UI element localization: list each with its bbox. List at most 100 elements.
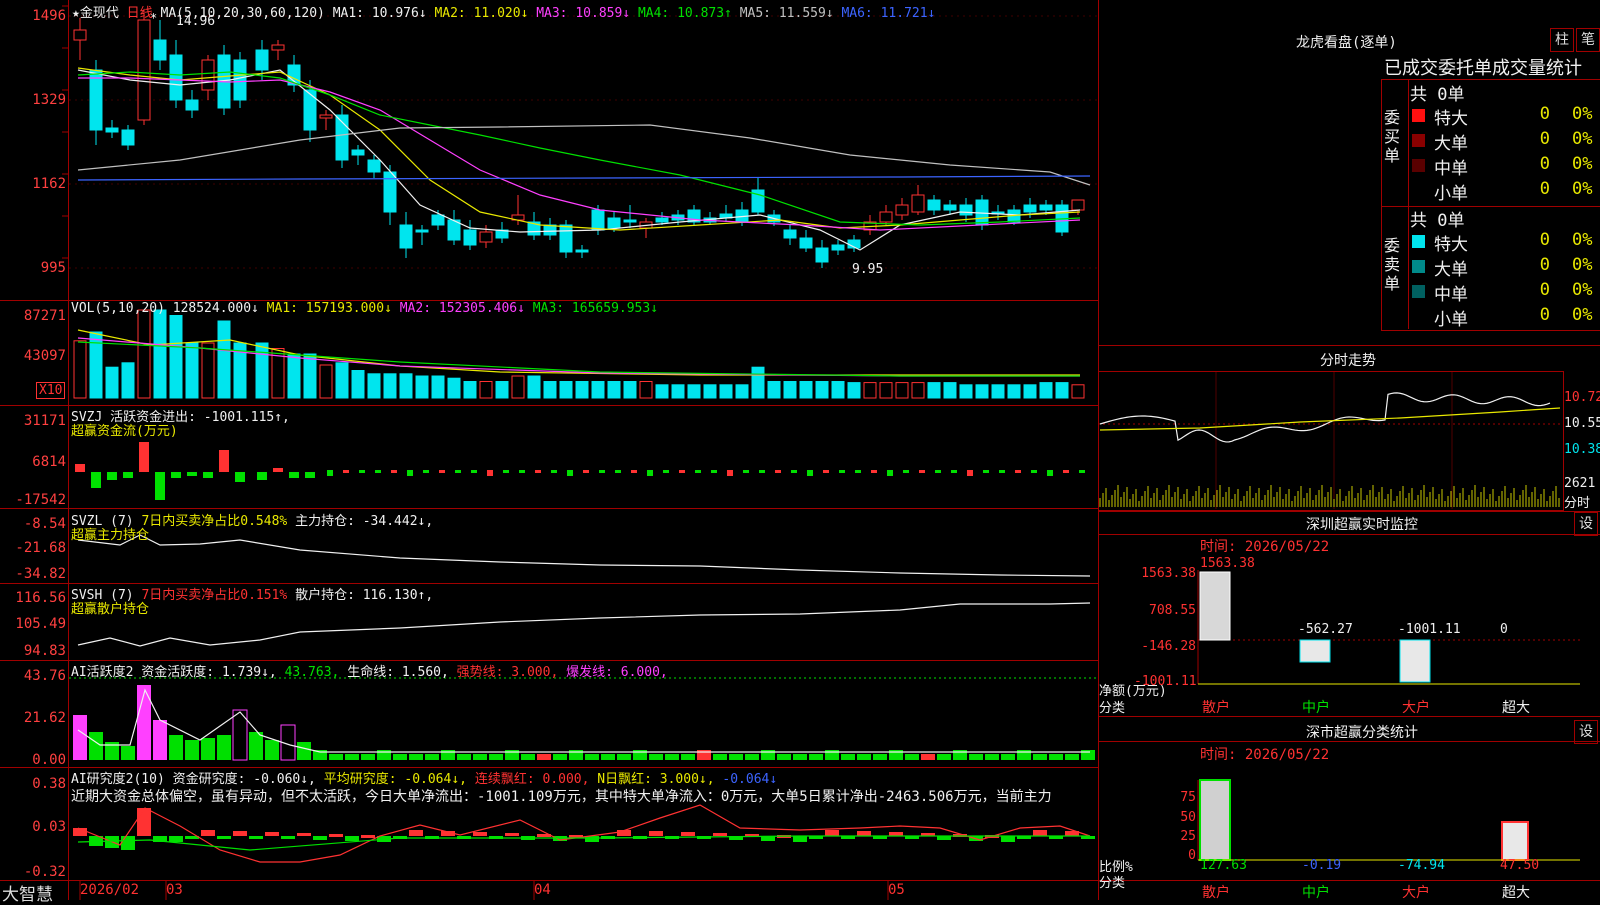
volume-bar [415, 375, 429, 399]
ai-activity-axis-label: 43.76 [23, 668, 66, 684]
vol-unit-badge[interactable]: X10 [36, 382, 66, 399]
divider [1098, 741, 1600, 742]
research-bar [713, 833, 727, 836]
volume-bar [591, 381, 605, 399]
fund-flow-bar [663, 470, 669, 473]
ai-research-header: AI研究度2(10) 资金研究度: -0.060↓, 平均研究度: -0.064… [71, 768, 777, 787]
order-color-swatch [1412, 260, 1425, 273]
svzj-subtitle: 超赢资金流(万元) [71, 424, 178, 439]
volume-bar [495, 381, 509, 399]
divider [1098, 716, 1600, 717]
candle-body [591, 209, 605, 231]
fund-flow-bar [679, 470, 685, 473]
activity-bar [201, 738, 215, 760]
volume-bar [639, 381, 653, 399]
monitor-category: 散户 [1202, 700, 1230, 716]
fund-flow-bar [1015, 470, 1021, 473]
fund-flow-bar [887, 470, 893, 476]
volume-bar [655, 384, 669, 399]
activity-bar [89, 732, 103, 760]
period-label[interactable]: 日线 [127, 6, 153, 21]
activity-bar [409, 754, 423, 760]
fund-flow-bar [551, 470, 557, 473]
fund-flow-bar [631, 470, 637, 473]
activity-bar [1049, 754, 1063, 760]
research-line [77, 804, 1091, 863]
monitor-settings-button[interactable]: 设 [1574, 512, 1598, 536]
fund-flow-bar [375, 470, 381, 473]
volume-bar [201, 342, 215, 399]
fenshi-box[interactable] [1098, 371, 1564, 511]
fund-flow-bar [343, 470, 349, 473]
research-bar [201, 830, 215, 836]
volume-bar [671, 384, 685, 399]
volume-bar [121, 362, 135, 399]
volume-bar [703, 384, 717, 399]
activity-bar [793, 754, 807, 760]
svzl-ratio: 7日内买卖净占比0.548% [141, 514, 288, 529]
fund-flow-bar [967, 470, 973, 476]
buy-orders-label: 委买单 [1384, 108, 1401, 165]
volume-bar [447, 377, 461, 399]
fund-flow-bar [187, 472, 197, 476]
volume-bar [687, 384, 701, 399]
volume-bar [895, 382, 909, 399]
activity-bar [921, 754, 935, 760]
research-bar [681, 832, 695, 836]
date-axis-label: 03 [166, 882, 183, 898]
volume-bar [719, 384, 733, 399]
ai-research-axis-label: 0.03 [32, 819, 66, 835]
research-bar [265, 832, 279, 836]
fund-flow-bar [935, 470, 941, 473]
research-bar [1033, 830, 1047, 836]
monitor-axis-label: 1563.38 [1141, 566, 1196, 581]
activity-bar [969, 754, 983, 760]
volume-bar [1071, 384, 1085, 399]
low-price-label: 9.95 [852, 262, 884, 277]
side-tabs[interactable]: 已成交委托单成交量统计 [1384, 54, 1600, 80]
stat-title: 深市超赢分类统计 [1306, 725, 1418, 741]
activity-bar [809, 754, 823, 760]
main-position-line [77, 534, 1091, 577]
activity-bar [297, 742, 311, 760]
vol-value: 128524.000↓ [172, 301, 259, 316]
svzj-axis-label: 31171 [23, 413, 66, 429]
order-count: 0 [1539, 154, 1550, 174]
fund-flow-bar [855, 470, 861, 473]
activity-bar [217, 735, 231, 760]
activity-bar [905, 754, 919, 760]
activity-bar [873, 754, 887, 760]
research-bar [1001, 836, 1015, 842]
fund-flow-bar [727, 470, 733, 476]
candle-body [255, 49, 269, 71]
vol-title: VOL(5,10,20) [71, 301, 165, 316]
stock-title[interactable]: ★金现代 [72, 6, 119, 21]
activity-bar [425, 754, 439, 760]
ma6-value: MA6: 11.721↓ [841, 6, 936, 21]
volume-bar [1007, 384, 1021, 399]
order-percent: 0% [1572, 104, 1593, 124]
ai-research-extra: -0.064↓ [722, 772, 778, 787]
monitor-top-value: 1563.38 [1200, 556, 1255, 571]
ai-research-avg: 平均研究度: -0.064↓, [323, 772, 467, 787]
ma6-line [77, 175, 1091, 181]
order-type-label: 中单 [1434, 285, 1468, 305]
stat-axis-label: 75 [1180, 790, 1196, 805]
candle-body [383, 171, 397, 213]
monitor-title: 深圳超赢实时监控 [1306, 517, 1418, 533]
candle-body [463, 229, 477, 246]
fund-flow-bar [1031, 470, 1037, 473]
fund-flow-bar [871, 470, 877, 473]
volume-bar [73, 340, 87, 399]
svzj-axis-label: -17542 [15, 492, 66, 508]
volume-bar [863, 382, 877, 399]
activity-bar [521, 754, 535, 760]
bar-mode-button[interactable]: 柱 [1550, 28, 1574, 52]
brand-label: 大智慧 [2, 885, 53, 905]
volume-bar [153, 309, 167, 399]
fund-flow-bar [775, 470, 781, 473]
volume-bar [959, 384, 973, 399]
activity-bar [473, 754, 487, 760]
activity-bar [169, 735, 183, 760]
tick-mode-button[interactable]: 笔 [1576, 28, 1600, 52]
